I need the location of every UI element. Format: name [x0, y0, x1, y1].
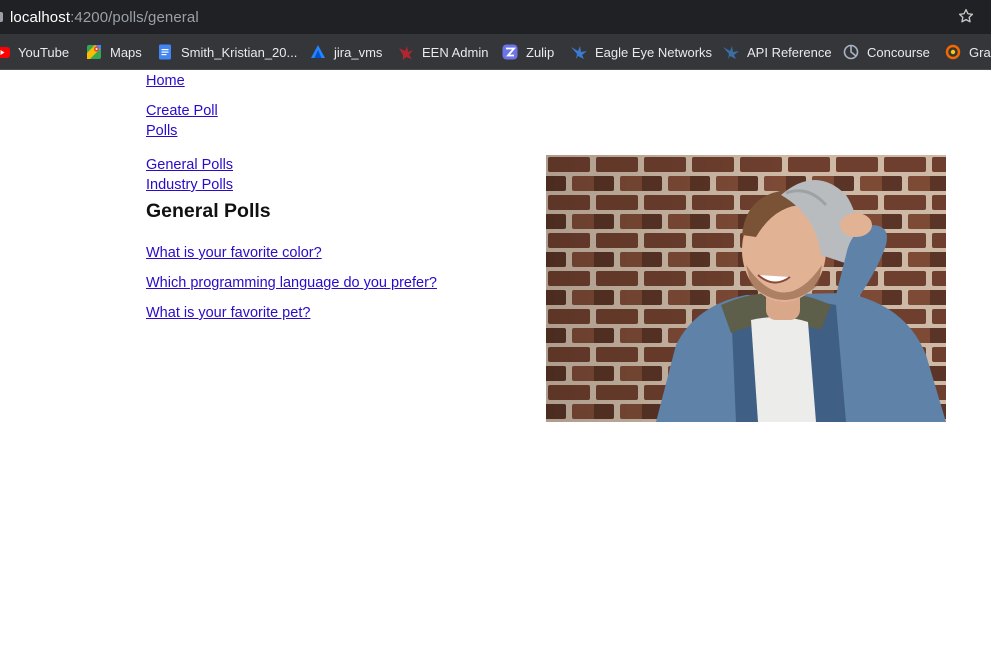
bookmark-label: EEN Admin — [422, 44, 489, 60]
bookmark-maps[interactable]: Maps — [86, 43, 142, 61]
bookmark-label: Eagle Eye Networks — [595, 44, 713, 60]
bookmark-api-reference[interactable]: API Reference — [723, 43, 832, 61]
bookmark-jira-vms[interactable]: jira_vms — [310, 43, 382, 61]
bookmarks-bar: YouTube Maps Smith_Kristian_20... jira_v… — [0, 34, 991, 70]
jira-icon — [311, 45, 325, 58]
grafana-icon — [945, 44, 961, 60]
nav-polls-link[interactable]: Polls — [146, 123, 177, 139]
hero-image — [546, 155, 946, 422]
url-field[interactable]: localhost:4200/polls/general — [10, 9, 199, 26]
tab-edge — [0, 12, 3, 22]
eagle-icon — [571, 46, 587, 59]
nav-general-polls-link[interactable]: General Polls — [146, 157, 233, 173]
bookmark-label: Gra — [969, 44, 991, 60]
url-host: localhost — [10, 9, 71, 26]
url-path: :4200/polls/general — [70, 9, 199, 26]
bookmark-een-admin[interactable]: EEN Admin — [398, 43, 488, 61]
page-title: General Polls — [146, 200, 271, 222]
bookmark-eagle-eye-networks[interactable]: Eagle Eye Networks — [571, 43, 712, 61]
bookmark-concourse[interactable]: Concourse — [843, 43, 930, 61]
bookmark-label: Concourse — [867, 44, 930, 60]
nav-industry-polls-link[interactable]: Industry Polls — [146, 177, 233, 193]
bookmark-label: Zulip — [526, 44, 555, 60]
page-content: Home Create Poll Polls General Polls Ind… — [0, 71, 991, 669]
maps-icon — [87, 45, 101, 59]
bookmark-label: Smith_Kristian_20... — [181, 44, 298, 60]
youtube-icon — [0, 47, 10, 58]
bookmark-youtube[interactable]: YouTube — [0, 43, 69, 61]
bookmark-smith-kristian[interactable]: Smith_Kristian_20... — [157, 43, 297, 61]
bookmark-label: API Reference — [747, 44, 832, 60]
bookmark-label: Maps — [110, 44, 142, 60]
poll-link[interactable]: What is your favorite pet? — [146, 305, 310, 321]
browser-address-bar[interactable]: localhost:4200/polls/general — [0, 0, 991, 34]
concourse-icon — [843, 44, 859, 60]
docs-icon — [159, 44, 171, 60]
nav-create-poll-link[interactable]: Create Poll — [146, 103, 218, 119]
bookmark-zulip[interactable]: Zulip — [502, 43, 554, 61]
nav-home-link[interactable]: Home — [146, 73, 185, 89]
poll-link[interactable]: Which programming language do you prefer… — [146, 275, 437, 291]
een-icon — [399, 46, 413, 60]
zulip-icon — [502, 44, 518, 60]
bookmark-grafana[interactable]: Gra — [945, 43, 991, 61]
bookmark-label: jira_vms — [334, 44, 383, 60]
api-icon — [723, 46, 739, 59]
bookmark-label: YouTube — [18, 44, 70, 60]
bookmark-star-icon[interactable] — [957, 7, 975, 25]
poll-link[interactable]: What is your favorite color? — [146, 245, 322, 261]
